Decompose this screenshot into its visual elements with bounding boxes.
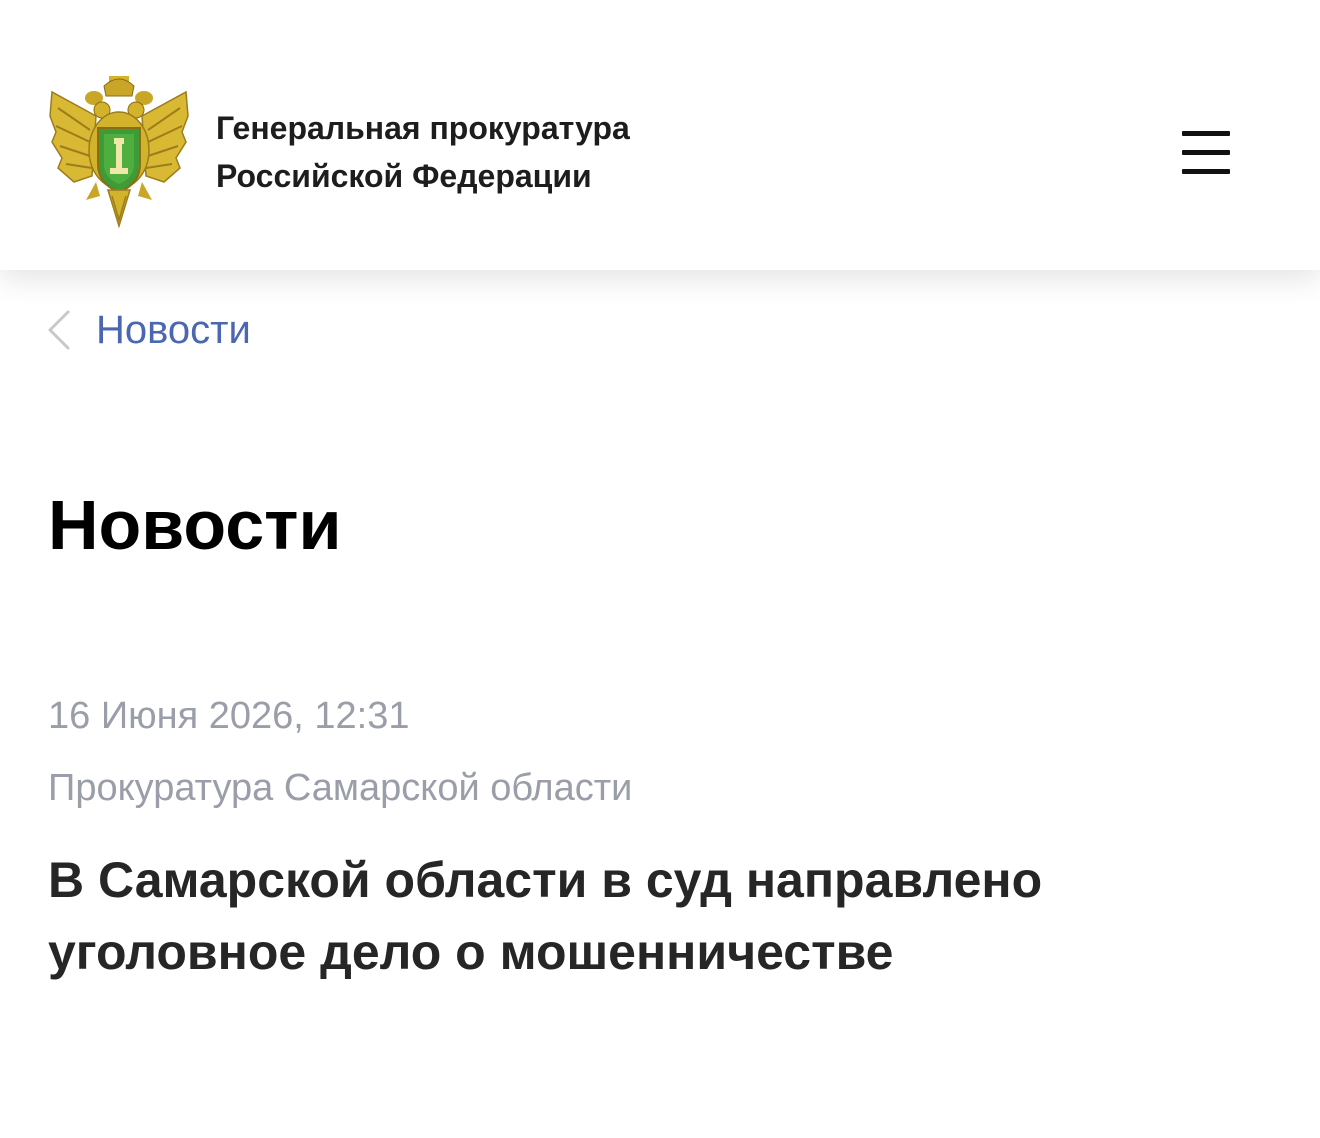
breadcrumb-back-link[interactable]: Новости <box>44 300 251 360</box>
org-name-line-1: Генеральная прокуратура <box>216 110 630 146</box>
prosecutor-emblem-icon[interactable] <box>46 72 192 229</box>
article-date: 16 Июня 2026, 12:31 <box>48 695 410 737</box>
menu-bar <box>1182 131 1230 136</box>
hamburger-menu-icon[interactable] <box>1180 128 1232 176</box>
menu-bar <box>1182 169 1230 174</box>
breadcrumb-label: Новости <box>96 307 251 352</box>
org-name-line-2: Российской Федерации <box>216 158 592 194</box>
chevron-left-icon <box>48 310 70 350</box>
menu-bar <box>1182 150 1230 155</box>
organization-name[interactable]: Генеральная прокуратура Российской Федер… <box>216 104 630 200</box>
page-title: Новости <box>48 486 342 564</box>
article-source: Прокуратура Самарской области <box>48 767 633 809</box>
article-title-link[interactable]: В Самарской области в суд направлено уго… <box>48 844 1248 988</box>
site-header: Генеральная прокуратура Российской Федер… <box>0 0 1320 270</box>
page: Генеральная прокуратура Российской Федер… <box>0 0 1320 1138</box>
